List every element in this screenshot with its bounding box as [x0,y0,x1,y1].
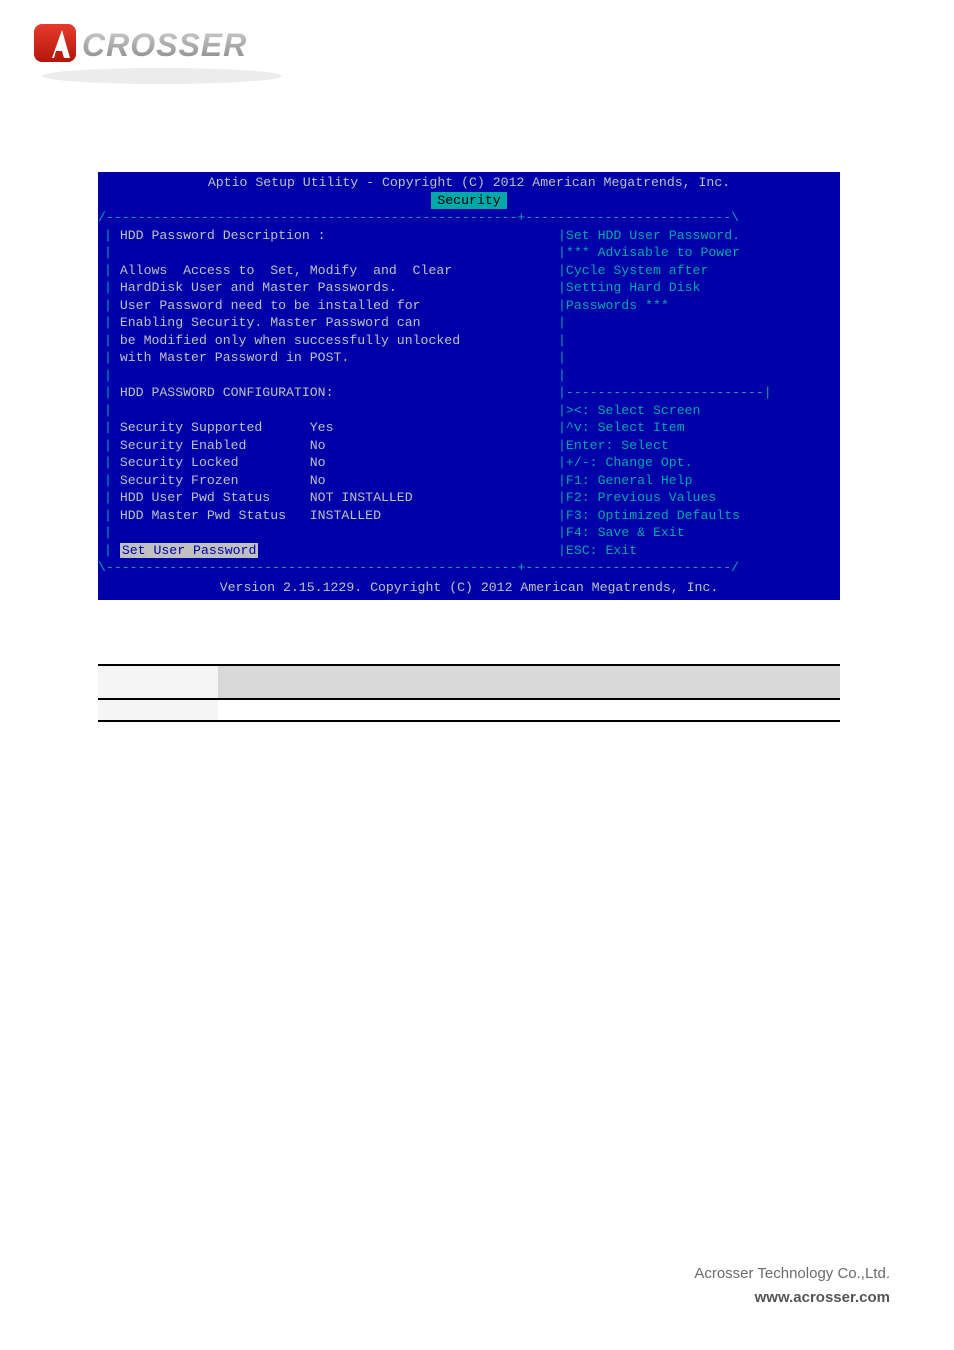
bios-row-help: |Set HDD User Password. [552,227,840,245]
tab-security[interactable]: Security [431,192,506,210]
bios-row-left: | with Master Password in POST. [98,349,552,367]
bios-row-left: | [98,367,552,385]
bios-row-help: |F3: Optimized Defaults [552,507,840,525]
bios-row-left: | [98,524,552,542]
bios-row-help: |F2: Previous Values [552,489,840,507]
bios-row: | Security Enabled No|Enter: Select [98,437,840,455]
brand-logo: CROSSER [32,18,292,88]
bios-row-help: |Passwords *** [552,297,840,315]
bios-row-help: |Enter: Select [552,437,840,455]
bios-row-help: | [552,332,840,350]
bios-row: | HDD Password Description :|Set HDD Use… [98,227,840,245]
bios-tab-row: Security [98,192,840,210]
bios-row: | | [98,367,840,385]
bios-row-left: | Allows Access to Set, Modify and Clear [98,262,552,280]
page-footer: Acrosser Technology Co.,Ltd. www.acrosse… [694,1262,890,1310]
svg-text:CROSSER: CROSSER [82,27,247,63]
bios-row-help: | [552,314,840,332]
bios-row-help: | [552,349,840,367]
bios-row-help: |F1: General Help [552,472,840,490]
bios-row-left: | Security Frozen No [98,472,552,490]
bios-row: | Enabling Security. Master Password can… [98,314,840,332]
table-header-1 [98,665,218,699]
cell-option [218,699,368,721]
bios-row: | be Modified only when successfully unl… [98,332,840,350]
top-border: /---------------------------------------… [98,209,840,227]
table-header-3 [368,665,840,699]
bios-row-left: | User Password need to be installed for [98,297,552,315]
bios-footer: Version 2.15.1229. Copyright (C) 2012 Am… [98,577,840,601]
bios-row-help: | [552,367,840,385]
bios-row-left: | HardDisk User and Master Passwords. [98,279,552,297]
set-user-password-item[interactable]: Set User Password [120,543,259,558]
bios-row-left: | Security Locked No [98,454,552,472]
bios-row-left: | HDD Master Pwd Status INSTALLED [98,507,552,525]
bios-row-left: | [98,244,552,262]
help-esc-exit: |ESC: Exit [552,542,840,560]
bios-screen: Aptio Setup Utility - Copyright (C) 2012… [98,172,840,600]
footer-site: www.acrosser.com [694,1286,890,1310]
footer-company: Acrosser Technology Co.,Ltd. [694,1262,890,1286]
bottom-border: \---------------------------------------… [98,559,840,577]
bios-row-help: |><: Select Screen [552,402,840,420]
bios-row: | HDD Master Pwd Status INSTALLED|F3: Op… [98,507,840,525]
bios-row-left: | HDD Password Description : [98,227,552,245]
bios-row-left: | HDD User Pwd Status NOT INSTALLED [98,489,552,507]
cell-desc [368,699,840,721]
bios-title: Aptio Setup Utility - Copyright (C) 2012… [98,172,840,192]
bios-row: | |*** Advisable to Power [98,244,840,262]
bios-row-help: |Cycle System after [552,262,840,280]
table-header-2 [218,665,368,699]
spec-table [98,664,840,722]
bios-row: | User Password need to be installed for… [98,297,840,315]
cell-item [98,699,218,721]
bios-row: | Allows Access to Set, Modify and Clear… [98,262,840,280]
bios-row-help: |Setting Hard Disk [552,279,840,297]
bios-row: | HDD User Pwd Status NOT INSTALLED|F2: … [98,489,840,507]
bios-row: | HDD PASSWORD CONFIGURATION:|----------… [98,384,840,402]
bios-row: | HardDisk User and Master Passwords.|Se… [98,279,840,297]
bios-row: | Security Locked No|+/-: Change Opt. [98,454,840,472]
bios-row-help: |F4: Save & Exit [552,524,840,542]
bios-row-help: |^v: Select Item [552,419,840,437]
bios-row-help: |+/-: Change Opt. [552,454,840,472]
bios-row: | with Master Password in POST.| [98,349,840,367]
bios-row: | |F4: Save & Exit [98,524,840,542]
bios-row-left: | Security Enabled No [98,437,552,455]
bios-row-left: | HDD PASSWORD CONFIGURATION: [98,384,552,402]
bios-row-left: | Security Supported Yes [98,419,552,437]
bios-row: | Security Frozen No|F1: General Help [98,472,840,490]
bios-row-left: | Enabling Security. Master Password can [98,314,552,332]
bios-row-left: | [98,402,552,420]
table-row [98,699,840,721]
bios-row: | |><: Select Screen [98,402,840,420]
bios-row-help: |-------------------------| [552,384,840,402]
bios-row: | Security Supported Yes|^v: Select Item [98,419,840,437]
bios-row-help: |*** Advisable to Power [552,244,840,262]
bios-row-left: | be Modified only when successfully unl… [98,332,552,350]
